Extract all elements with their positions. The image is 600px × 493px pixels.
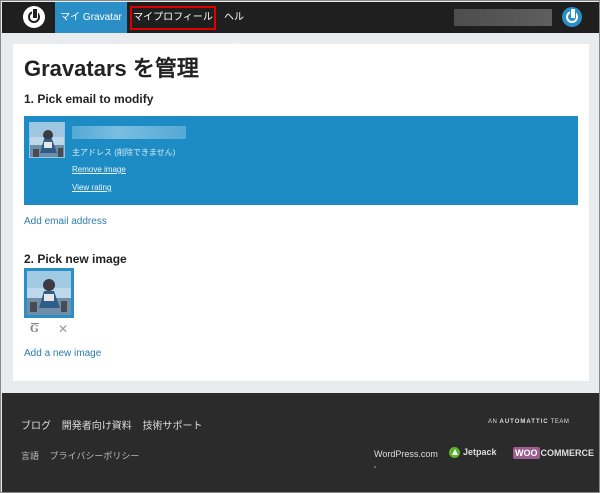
view-rating-link[interactable]: View rating xyxy=(72,183,111,192)
email-avatar-thumbnail xyxy=(29,122,65,158)
account-name-field[interactable] xyxy=(454,9,552,26)
choice-image xyxy=(27,271,71,315)
footer-link-language[interactable]: 言語 xyxy=(21,451,39,461)
woo-badge: WOO xyxy=(513,447,540,459)
footer-dot xyxy=(374,466,376,468)
footer-link-privacy[interactable]: プライバシーポリシー xyxy=(50,451,140,461)
tab-help[interactable]: ヘルプ xyxy=(220,2,248,54)
image-choice-thumbnail[interactable] xyxy=(24,268,74,318)
manage-gravatars-panel: Gravatars を管理 1. Pick email to modify 主ア… xyxy=(13,44,589,381)
image-action-buttons: G ✕ xyxy=(30,322,74,338)
gravatar-logo-icon[interactable] xyxy=(23,6,45,28)
page-title: Gravatars を管理 xyxy=(24,56,199,81)
automattic-suffix: TEAM xyxy=(550,419,570,425)
email-address-redacted xyxy=(72,126,186,139)
jetpack-icon xyxy=(449,447,460,459)
footer-link-support[interactable]: 技術サポート xyxy=(143,421,203,432)
tab-my-gravatar[interactable]: マイ Gravatar xyxy=(55,2,127,33)
step1-heading: 1. Pick email to modify xyxy=(24,92,154,106)
woocommerce-link[interactable]: WOO COMMERCE xyxy=(513,447,594,459)
woo-commerce-label: COMMERCE xyxy=(540,448,595,458)
user-avatar-icon[interactable] xyxy=(562,7,582,27)
gravatar-g-icon[interactable]: G xyxy=(30,323,39,336)
top-navigation-bar: マイ Gravatar マイプロフィール ヘルプ xyxy=(2,2,599,54)
add-email-address-link[interactable]: Add email address xyxy=(24,216,107,227)
primary-address-note: 主アドレス (削除できません) xyxy=(72,148,176,157)
delete-x-icon[interactable]: ✕ xyxy=(58,322,68,336)
jetpack-link[interactable]: Jetpack xyxy=(449,447,497,459)
tab-my-profile[interactable]: マイプロフィール xyxy=(130,6,216,30)
automattic-name: AUTOMATTIC xyxy=(499,419,549,425)
step2-heading: 2. Pick new image xyxy=(24,252,127,266)
page-frame: マイ Gravatar マイプロフィール ヘルプ Gravatars を管理 1… xyxy=(0,0,600,493)
automattic-prefix: AN xyxy=(488,419,498,425)
selected-email-row[interactable]: 主アドレス (削除できません) Remove image View rating xyxy=(24,116,578,205)
footer-links-secondary: 言語 プライバシーポリシー xyxy=(21,449,147,462)
automattic-credit[interactable]: AN AUTOMATTIC TEAM xyxy=(488,419,569,425)
footer-link-blog[interactable]: ブログ xyxy=(21,421,51,432)
footer-links-primary: ブログ 開発者向け資料 技術サポート xyxy=(21,417,211,432)
jetpack-label: Jetpack xyxy=(463,447,497,457)
footer-link-developers[interactable]: 開発者向け資料 xyxy=(62,421,132,432)
avatar-image xyxy=(30,123,64,157)
site-footer: ブログ 開発者向け資料 技術サポート 言語 プライバシーポリシー AN AUTO… xyxy=(2,393,599,492)
add-new-image-link[interactable]: Add a new image xyxy=(24,348,101,359)
wordpress-link[interactable]: WordPress.com xyxy=(374,449,438,459)
remove-image-link[interactable]: Remove image xyxy=(72,165,126,174)
